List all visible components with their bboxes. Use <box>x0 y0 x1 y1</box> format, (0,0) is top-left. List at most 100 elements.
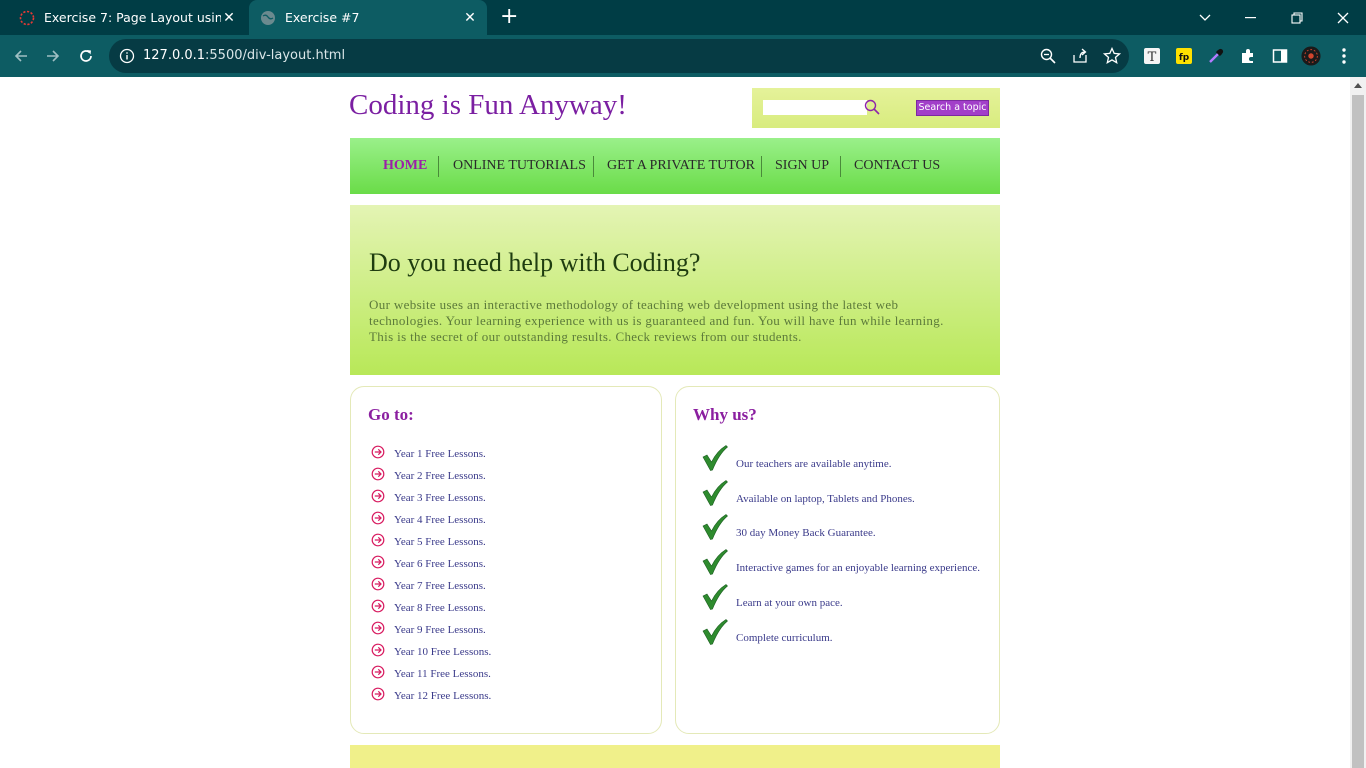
tab-exercise-7-page-layout[interactable]: Exercise 7: Page Layout using Div ✕ <box>8 0 246 35</box>
circle-arrow-right-icon <box>371 555 385 569</box>
goto-link-item[interactable]: Year 8 Free Lessons. <box>371 598 486 614</box>
check-icon <box>702 479 728 506</box>
goto-link-item[interactable]: Year 2 Free Lessons. <box>371 466 486 482</box>
nav-sign-up[interactable]: SIGN UP <box>775 138 829 194</box>
check-icon <box>702 549 728 575</box>
scroll-up-arrow-icon[interactable] <box>1354 83 1362 88</box>
goto-link-label[interactable]: Year 2 Free Lessons. <box>394 470 486 482</box>
goto-link-item[interactable]: Year 4 Free Lessons. <box>371 510 486 526</box>
site-info-icon[interactable] <box>119 48 135 64</box>
goto-link-item[interactable]: Year 12 Free Lessons. <box>371 686 491 702</box>
share-icon[interactable] <box>1071 47 1089 65</box>
close-tab-icon[interactable]: ✕ <box>462 10 478 26</box>
goto-link-label[interactable]: Year 3 Free Lessons. <box>394 492 486 504</box>
tab-title: Exercise #7 <box>285 10 360 25</box>
why-us-title: Why us? <box>693 405 757 424</box>
forward-icon[interactable] <box>41 44 65 68</box>
nav-contact-us[interactable]: CONTACT US <box>854 138 940 194</box>
search-topic-button[interactable]: Search a topic <box>916 100 989 116</box>
site-title: Coding is Fun Anyway! <box>349 89 627 121</box>
circle-arrow-right-icon <box>371 489 385 503</box>
goto-link-label[interactable]: Year 1 Free Lessons. <box>394 448 486 460</box>
goto-link-label[interactable]: Year 6 Free Lessons. <box>394 558 486 570</box>
nav-home[interactable]: HOME <box>383 138 427 194</box>
new-tab-icon[interactable]: + <box>500 6 518 28</box>
goto-link-label[interactable]: Year 8 Free Lessons. <box>394 602 486 614</box>
check-icon <box>702 514 728 541</box>
zoom-icon[interactable] <box>1039 47 1057 65</box>
search-area: Search a topic <box>752 88 1000 128</box>
goto-link-label[interactable]: Year 9 Free Lessons. <box>394 624 486 636</box>
svg-text:fp: fp <box>1179 53 1190 63</box>
eyedropper-icon[interactable] <box>1206 46 1226 66</box>
circle-arrow-right-icon <box>371 621 385 635</box>
goto-link-label[interactable]: Year 11 Free Lessons. <box>394 668 491 680</box>
hero-title: Do you need help with Coding? <box>369 248 701 277</box>
extension-t-icon[interactable]: T <box>1142 46 1162 66</box>
main-nav: HOME ONLINE TUTORIALS GET A PRIVATE TUTO… <box>350 138 1000 194</box>
footer <box>350 745 1000 768</box>
tab-exercise-7[interactable]: Exercise #7 ✕ <box>249 0 487 35</box>
browser-menu-icon[interactable] <box>1334 46 1354 66</box>
browser-tab-strip: Exercise 7: Page Layout using Div ✕ Exer… <box>0 0 1366 35</box>
goto-link-item[interactable]: Year 10 Free Lessons. <box>371 642 491 658</box>
goto-panel: Go to: Year 1 Free Lessons. Year 2 Free L… <box>350 386 662 734</box>
hero-text: Our website uses an interactive methodol… <box>369 297 944 344</box>
url-path: :5500/div-layout.html <box>205 48 346 63</box>
restore-icon[interactable] <box>1274 0 1320 35</box>
goto-link-item[interactable]: Year 6 Free Lessons. <box>371 554 486 570</box>
tab-search-chevron-icon[interactable] <box>1182 0 1228 35</box>
close-window-icon[interactable] <box>1320 0 1366 35</box>
extension-fp-icon[interactable]: fp <box>1174 46 1194 66</box>
circle-arrow-right-icon <box>371 577 385 591</box>
why-us-item-label: 30 day Money Back Guarantee. <box>736 527 876 540</box>
close-tab-icon[interactable]: ✕ <box>221 10 237 26</box>
check-icon <box>702 583 728 610</box>
goto-link-label[interactable]: Year 10 Free Lessons. <box>394 646 491 658</box>
nav-divider <box>438 156 439 177</box>
circle-arrow-right-icon <box>371 643 385 657</box>
page-scrollbar[interactable] <box>1350 77 1366 768</box>
why-us-panel: Why us? Our teachers are available anyti… <box>675 386 1000 734</box>
circle-arrow-right-icon <box>371 687 385 701</box>
browser-toolbar: 127.0.0.1:5500/div-layout.html T fp <box>0 35 1366 77</box>
why-us-item-label: Complete curriculum. <box>736 631 833 644</box>
page-viewport: Coding is Fun Anyway! Search a topic HOM… <box>0 77 1350 768</box>
goto-link-item[interactable]: Year 9 Free Lessons. <box>371 620 486 636</box>
extensions-puzzle-icon[interactable] <box>1238 46 1258 66</box>
back-icon[interactable] <box>9 44 33 68</box>
goto-link-label[interactable]: Year 4 Free Lessons. <box>394 514 486 526</box>
search-icon[interactable] <box>864 99 880 115</box>
nav-online-tutorials[interactable]: ONLINE TUTORIALS <box>453 138 586 194</box>
goto-link-item[interactable]: Year 5 Free Lessons. <box>371 532 486 548</box>
profile-avatar-icon[interactable] <box>1301 46 1321 66</box>
goto-link-item[interactable]: Year 3 Free Lessons. <box>371 488 486 504</box>
goto-link-label[interactable]: Year 5 Free Lessons. <box>394 536 486 548</box>
search-input[interactable] <box>763 100 867 115</box>
tab-title: Exercise 7: Page Layout using Div <box>44 10 221 25</box>
why-us-item-label: Learn at your own pace. <box>736 596 843 609</box>
address-bar[interactable]: 127.0.0.1:5500/div-layout.html <box>109 39 1129 73</box>
circle-arrow-right-icon <box>371 467 385 481</box>
circle-arrow-right-icon <box>371 533 385 547</box>
side-panel-icon[interactable] <box>1270 46 1290 66</box>
goto-link-label[interactable]: Year 7 Free Lessons. <box>394 580 486 592</box>
circle-arrow-right-icon <box>371 511 385 525</box>
minimize-icon[interactable] <box>1228 0 1274 35</box>
circle-arrow-right-icon <box>371 599 385 613</box>
loading-icon <box>19 10 35 25</box>
nav-divider <box>593 156 594 177</box>
bookmark-star-icon[interactable] <box>1103 47 1121 65</box>
circle-arrow-right-icon <box>371 445 385 459</box>
why-us-item-label: Our teachers are available anytime. <box>736 458 892 470</box>
scroll-thumb[interactable] <box>1352 95 1364 768</box>
goto-link-item[interactable]: Year 7 Free Lessons. <box>371 576 486 592</box>
url-text: 127.0.0.1:5500/div-layout.html <box>143 39 345 73</box>
goto-link-item[interactable]: Year 11 Free Lessons. <box>371 664 491 680</box>
nav-get-a-private-tutor[interactable]: GET A PRIVATE TUTOR <box>607 138 755 194</box>
svg-text:T: T <box>1148 50 1157 65</box>
check-icon <box>702 618 728 645</box>
goto-link-item[interactable]: Year 1 Free Lessons. <box>371 444 486 460</box>
reload-icon[interactable] <box>74 44 98 68</box>
goto-link-label[interactable]: Year 12 Free Lessons. <box>394 690 491 702</box>
